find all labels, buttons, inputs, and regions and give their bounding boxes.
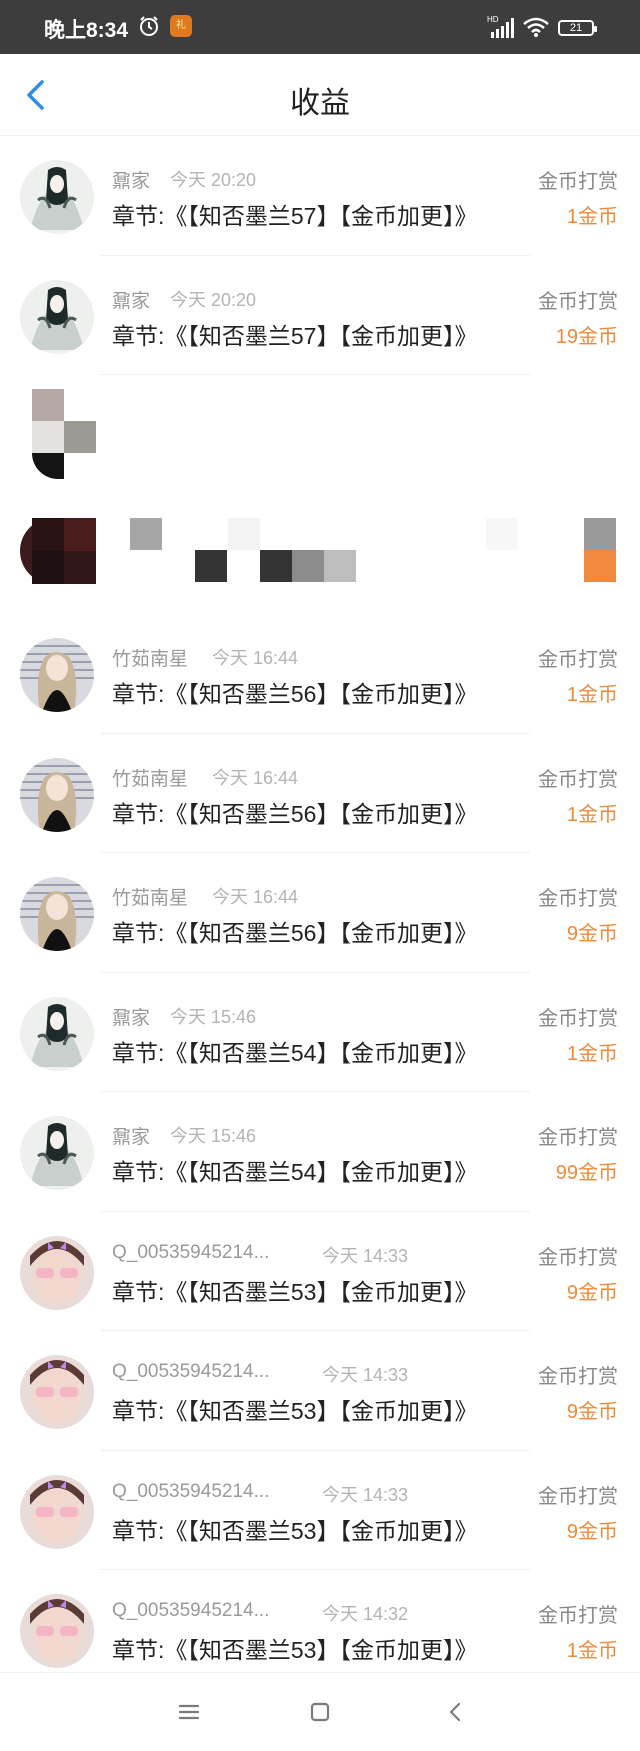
chapter-title: 章节:《【知否墨兰56】【金币加更】》 [112, 800, 478, 827]
timestamp: 今天 15:46 [170, 1006, 257, 1027]
chapter-title: 章节:《【知否墨兰53】【金币加更】》 [112, 1278, 478, 1305]
avatar[interactable] [20, 160, 94, 234]
chapter-title: 章节:《【知否墨兰56】【金币加更】》 [112, 920, 478, 946]
reward-amount: 9金币 [566, 1401, 618, 1423]
timestamp: 今天 16:44 [212, 767, 299, 788]
timestamp: 今天 16:44 [212, 887, 299, 907]
list-item[interactable]: 竹茹南星 今天 16:44 章节:《【知否墨兰56】【金币加更】》 金币打赏 1… [0, 734, 640, 853]
reward-type: 金币打赏 [538, 768, 618, 791]
chapter-title: 章节:《【知否墨兰53】【金币加更】》 [112, 1517, 478, 1544]
user-name: Q_00535945214... [112, 1241, 270, 1263]
app-notification-icon: 礼 [170, 15, 192, 37]
avatar[interactable] [20, 279, 94, 354]
reward-amount: 1金币 [566, 1042, 618, 1065]
list-item[interactable]: Q_00535945214... 今天 14:33 章节:《【知否墨兰53】【金… [0, 1451, 640, 1570]
user-name: Q_00535945214... [112, 1480, 270, 1502]
reward-amount: 99金币 [555, 1162, 618, 1184]
user-name: Q_00535945214... [112, 1361, 270, 1382]
timestamp: 今天 14:33 [322, 1365, 409, 1385]
svg-text:HD: HD [487, 15, 499, 24]
timestamp: 今天 14:32 [322, 1604, 409, 1624]
chapter-title: 章节:《【知否墨兰53】【金币加更】》 [112, 1398, 478, 1424]
list-item[interactable]: 鼐家 今天 15:46 章节:《【知否墨兰54】【金币加更】》 金币打赏 99金… [0, 1092, 640, 1212]
avatar[interactable] [20, 996, 94, 1071]
list-item[interactable]: 竹茹南星 今天 16:44 章节:《【知否墨兰56】【金币加更】》 金币打赏 9… [0, 853, 640, 973]
alarm-clock-icon [140, 16, 158, 36]
reward-type: 金币打赏 [538, 1246, 618, 1269]
avatar[interactable] [20, 1235, 94, 1310]
chapter-title: 章节:《【知否墨兰56】【金币加更】》 [112, 681, 478, 707]
wifi-icon [523, 17, 549, 37]
avatar[interactable] [20, 877, 94, 951]
timestamp: 今天 14:33 [322, 1484, 409, 1505]
user-name: Q_00535945214... [112, 1600, 270, 1621]
list-item[interactable] [0, 375, 640, 495]
reward-type: 金币打赏 [538, 290, 618, 313]
signal-icon: HD [487, 15, 514, 38]
timestamp: 今天 15:46 [170, 1126, 257, 1146]
chapter-title: 章节:《【知否墨兰53】【金币加更】》 [112, 1637, 478, 1663]
pixelated-avatar [20, 389, 100, 489]
reward-amount: 1金币 [566, 206, 618, 228]
menu-icon[interactable] [174, 1697, 204, 1727]
status-time: 晚上8:34 [44, 19, 129, 42]
battery-icon: 21 [558, 20, 597, 36]
avatar[interactable] [20, 757, 94, 832]
reward-amount: 9金币 [566, 923, 618, 945]
timestamp: 今天 16:44 [212, 648, 299, 668]
reward-type: 金币打赏 [538, 171, 618, 193]
nav-back-icon[interactable] [440, 1697, 470, 1727]
list-item[interactable] [0, 495, 640, 615]
timestamp: 今天 20:20 [170, 170, 257, 190]
list-item[interactable]: 鼐家 今天 20:20 章节:《【知否墨兰57】【金币加更】》 金币打赏 19金… [0, 256, 640, 375]
reward-amount: 9金币 [566, 1281, 618, 1304]
user-name: 竹茹南星 [112, 768, 189, 790]
reward-type: 金币打赏 [538, 1366, 618, 1388]
chevron-left-icon[interactable] [20, 76, 50, 114]
status-bar: 晚上8:34 礼 HD 21 [0, 0, 640, 54]
timestamp: 今天 20:20 [170, 289, 257, 310]
chapter-title: 章节:《【知否墨兰54】【金币加更】》 [112, 1039, 478, 1066]
avatar[interactable] [20, 638, 94, 712]
avatar[interactable] [20, 1594, 94, 1668]
list-item[interactable]: 鼐家 今天 20:20 章节:《【知否墨兰57】【金币加更】》 金币打赏 1金币 [0, 136, 640, 256]
page-title: 收益 [290, 87, 350, 120]
user-name: 竹茹南星 [112, 649, 189, 670]
user-name: 鼐家 [112, 290, 151, 312]
reward-type: 金币打赏 [538, 1007, 618, 1030]
reward-type: 金币打赏 [538, 1605, 618, 1627]
reward-amount: 1金币 [566, 803, 618, 826]
avatar[interactable] [20, 1474, 94, 1549]
reward-type: 金币打赏 [538, 649, 618, 671]
reward-amount: 1金币 [566, 684, 618, 706]
earnings-list: 鼐家 今天 20:20 章节:《【知否墨兰57】【金币加更】》 金币打赏 1金币… [0, 136, 640, 1690]
chapter-title: 章节:《【知否墨兰57】【金币加更】》 [112, 203, 478, 229]
chapter-title: 章节:《【知否墨兰57】【金币加更】》 [112, 322, 478, 349]
reward-type: 金币打赏 [538, 888, 618, 910]
reward-type: 金币打赏 [538, 1127, 618, 1149]
user-name: 竹茹南星 [112, 888, 189, 909]
avatar[interactable] [20, 1355, 94, 1429]
pixelated-row [0, 495, 640, 614]
user-name: 鼐家 [112, 171, 151, 192]
avatar[interactable] [20, 1116, 94, 1190]
reward-type: 金币打赏 [538, 1485, 618, 1508]
list-item[interactable]: 鼐家 今天 15:46 章节:《【知否墨兰54】【金币加更】》 金币打赏 1金币 [0, 973, 640, 1092]
reward-amount: 9金币 [566, 1520, 618, 1543]
list-item[interactable]: Q_00535945214... 今天 14:33 章节:《【知否墨兰53】【金… [0, 1212, 640, 1331]
reward-amount: 1金币 [566, 1640, 618, 1662]
user-name: 鼐家 [112, 1127, 151, 1148]
timestamp: 今天 14:33 [322, 1245, 409, 1266]
header-bar: 收益 [0, 54, 640, 136]
user-name: 鼐家 [112, 1007, 151, 1029]
reward-amount: 19金币 [555, 325, 618, 348]
home-square-icon[interactable] [305, 1697, 335, 1727]
list-item[interactable]: 竹茹南星 今天 16:44 章节:《【知否墨兰56】【金币加更】》 金币打赏 1… [0, 614, 640, 734]
system-nav-bar [0, 1672, 640, 1751]
list-item[interactable]: Q_00535945214... 今天 14:33 章节:《【知否墨兰53】【金… [0, 1331, 640, 1451]
chapter-title: 章节:《【知否墨兰54】【金币加更】》 [112, 1159, 478, 1185]
